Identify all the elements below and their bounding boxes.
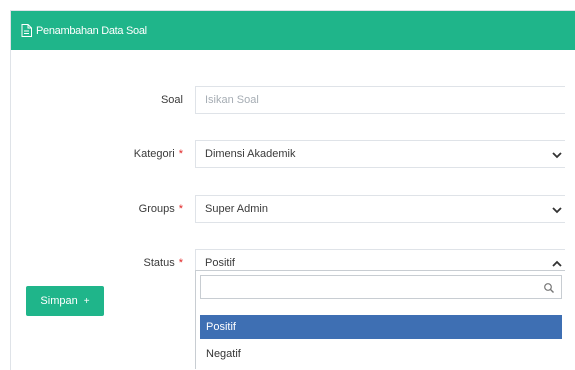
plus-icon: +: [83, 295, 90, 307]
option-label: Positif: [206, 321, 236, 333]
dropdown-option-positif[interactable]: Positif: [200, 315, 562, 339]
soal-label-text: Soal: [160, 94, 183, 106]
kategori-label: Kategori *: [134, 148, 183, 160]
kategori-label-text: Kategori: [133, 148, 175, 160]
status-label-text: Status: [143, 257, 175, 269]
status-value: Positif: [205, 257, 235, 269]
save-button-label: Simpan: [40, 295, 78, 307]
dropdown-search-input[interactable]: [200, 275, 562, 299]
chevron-up-icon: [551, 257, 563, 269]
required-marker: *: [178, 203, 183, 215]
status-label: Status *: [144, 257, 183, 269]
groups-value: Super Admin: [205, 203, 268, 215]
document-icon: [21, 24, 32, 37]
save-button[interactable]: Simpan +: [26, 286, 104, 316]
kategori-select[interactable]: Dimensi Akademik: [195, 140, 565, 168]
groups-label: Groups *: [139, 203, 183, 215]
required-marker: *: [178, 257, 183, 269]
kategori-value: Dimensi Akademik: [205, 148, 296, 160]
chevron-down-icon: [551, 148, 563, 160]
soal-placeholder: Isikan Soal: [205, 94, 259, 106]
status-dropdown: Positif Negatif: [195, 270, 565, 369]
groups-select[interactable]: Super Admin: [195, 195, 565, 223]
panel-header: Penambahan Data Soal: [11, 11, 575, 50]
soal-input[interactable]: Isikan Soal: [195, 86, 565, 114]
panel-title: Penambahan Data Soal: [36, 24, 147, 37]
required-marker: *: [178, 148, 183, 160]
search-icon: [543, 281, 555, 293]
chevron-down-icon: [551, 203, 563, 215]
groups-label-text: Groups: [138, 203, 175, 215]
dropdown-option-negatif[interactable]: Negatif: [200, 342, 562, 366]
option-label: Negatif: [206, 348, 241, 360]
soal-label: Soal: [161, 94, 183, 106]
